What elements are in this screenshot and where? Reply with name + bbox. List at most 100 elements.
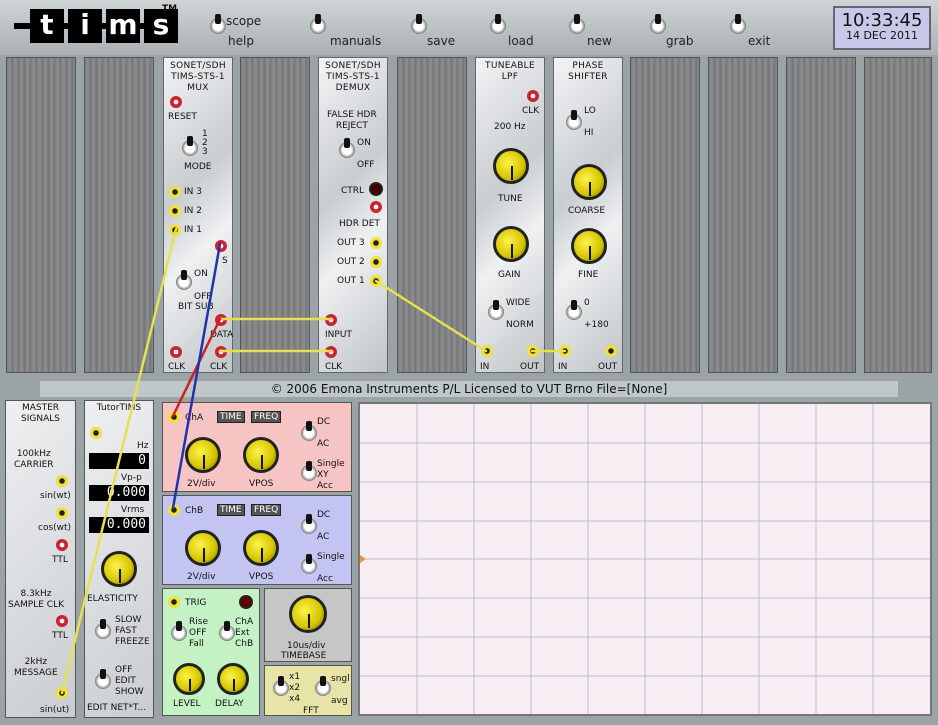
lo-hi-switch[interactable] (566, 110, 582, 130)
menu-save[interactable]: save (411, 14, 491, 50)
input-label: INPUT (325, 330, 352, 340)
out2-label: OUT 2 (337, 257, 365, 267)
fft-mode-switch[interactable] (315, 676, 331, 696)
data-socket[interactable] (215, 314, 227, 326)
input-socket[interactable] (325, 314, 337, 326)
delay-label: DELAY (215, 699, 244, 709)
trigger-slope-switch[interactable] (171, 621, 187, 641)
out-socket[interactable] (605, 345, 617, 357)
cha-vdiv-knob[interactable] (185, 437, 221, 473)
empty-slot[interactable] (786, 57, 856, 373)
trigger-source-switch[interactable] (219, 621, 235, 641)
module-sts1-demux: SONET/SDH TIMS-STS-1 DEMUX FALSE HDR REJECT… (318, 57, 388, 373)
sample-ttl-socket[interactable] (56, 615, 68, 627)
empty-slot[interactable] (397, 57, 467, 373)
cos-wt-label: cos(wt) (38, 523, 72, 533)
out1-socket[interactable] (370, 275, 382, 287)
toggle-switch-icon (411, 14, 427, 34)
chb-coupling-switch[interactable] (301, 514, 317, 534)
clk-socket-2[interactable] (215, 346, 227, 358)
ctrl-label: CTRL (341, 186, 365, 196)
module-title: PHASE SHIFTER (568, 61, 608, 82)
in2-label: IN 2 (184, 206, 202, 216)
coarse-knob[interactable] (571, 164, 607, 200)
reset-socket[interactable] (170, 96, 182, 108)
clk-socket[interactable] (527, 90, 539, 102)
out2-socket[interactable] (370, 256, 382, 268)
menu-scope-help[interactable]: scope help (210, 14, 290, 50)
out3-socket[interactable] (370, 237, 382, 249)
sin-ut-socket[interactable] (56, 687, 68, 699)
chb-vdiv-knob[interactable] (185, 530, 221, 566)
chb-mode-switch[interactable] (301, 554, 317, 574)
empty-slot[interactable] (630, 57, 700, 373)
fine-knob[interactable] (571, 228, 607, 264)
menu-load[interactable]: load (490, 14, 570, 50)
speed-switch[interactable] (95, 619, 111, 639)
oscilloscope-screen[interactable] (358, 402, 932, 716)
sin-wt-label: sin(wt) (40, 491, 71, 501)
status-bar: © 2006 Emona Instruments P/L Licensed to… (40, 381, 898, 397)
menu-load-label: load (508, 34, 534, 48)
toggle-switch-icon (490, 14, 506, 34)
in-socket[interactable] (559, 345, 571, 357)
off-label: OFF (194, 292, 212, 302)
menu-manuals[interactable]: manuals (310, 14, 390, 50)
menu-exit[interactable]: exit (730, 14, 810, 50)
elasticity-knob[interactable] (101, 551, 137, 587)
frequency-readout: 200 Hz (494, 122, 526, 132)
cha-time-button[interactable]: TIME (217, 411, 245, 423)
empty-slot[interactable] (240, 57, 310, 373)
out-label: OUT (520, 362, 540, 372)
cha-freq-button[interactable]: FREQ (251, 411, 282, 423)
cha-coupling-switch[interactable] (301, 421, 317, 441)
ttl-socket[interactable] (56, 539, 68, 551)
clk-socket-1[interactable] (170, 346, 182, 358)
wide-norm-switch[interactable] (488, 300, 504, 320)
meter-input-socket[interactable] (90, 427, 102, 439)
off-label: OFF (357, 160, 375, 170)
cha-mode-switch[interactable] (301, 461, 317, 481)
trig-input-socket[interactable] (168, 596, 180, 608)
hdr-det-socket[interactable] (370, 201, 382, 213)
plus180-label: +180 (584, 320, 609, 330)
delay-knob[interactable] (217, 663, 249, 695)
fine-label: FINE (578, 270, 599, 280)
in3-socket[interactable] (169, 186, 181, 198)
sin-wt-socket[interactable] (56, 475, 68, 487)
chb-freq-button[interactable]: FREQ (251, 504, 282, 516)
phase-180-switch[interactable] (566, 300, 582, 320)
cha-input-socket[interactable] (168, 411, 180, 423)
module-tuneable-lpf: TUNEABLE LPF CLK 200 Hz TUNE GAIN WIDE NO… (475, 57, 545, 373)
s-socket[interactable] (215, 240, 227, 252)
cha-vpos-knob[interactable] (243, 437, 279, 473)
empty-slot[interactable] (6, 57, 76, 373)
in2-socket[interactable] (169, 205, 181, 217)
module-title: SONET/SDH TIMS-STS-1 DEMUX (325, 61, 381, 93)
tune-knob[interactable] (493, 148, 529, 184)
on-label: ON (357, 138, 371, 148)
in1-socket[interactable] (169, 224, 181, 236)
cos-wt-socket[interactable] (56, 507, 68, 519)
clock-time: 10:33:45 (841, 10, 923, 31)
timebase-knob[interactable] (289, 595, 327, 633)
chb-time-button[interactable]: TIME (217, 504, 245, 516)
empty-slot[interactable] (708, 57, 778, 373)
chb-vpos-knob[interactable] (243, 530, 279, 566)
fft-zoom-switch[interactable] (273, 676, 289, 696)
out-socket[interactable] (527, 345, 539, 357)
mode-switch[interactable] (182, 136, 198, 156)
clk-socket[interactable] (325, 346, 337, 358)
menu-grab[interactable]: grab (650, 14, 730, 50)
menu-new[interactable]: new (569, 14, 649, 50)
empty-slot[interactable] (84, 57, 154, 373)
bit-sub-switch[interactable] (176, 270, 192, 290)
false-hdr-switch[interactable] (339, 138, 355, 158)
in-socket[interactable] (481, 345, 493, 357)
chb-input-socket[interactable] (168, 504, 180, 516)
edit-switch[interactable] (95, 669, 111, 689)
cha-ac-label: AC (317, 439, 330, 449)
level-knob[interactable] (173, 663, 205, 695)
gain-knob[interactable] (493, 226, 529, 262)
empty-slot[interactable] (864, 57, 932, 373)
